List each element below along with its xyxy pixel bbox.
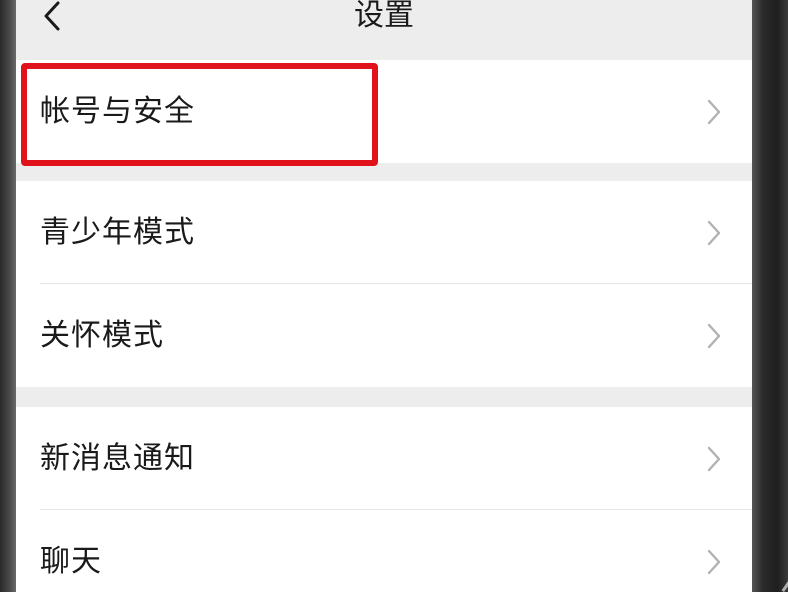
chevron-right-icon [706, 548, 722, 576]
settings-group-modes: 青少年模式 关怀模式 [16, 181, 752, 387]
settings-item-chat[interactable]: 聊天 [16, 510, 752, 592]
settings-item-label: 青少年模式 [40, 215, 195, 250]
chevron-right-icon [706, 445, 722, 473]
settings-item-label: 关怀模式 [40, 318, 164, 353]
settings-item-teen-mode[interactable]: 青少年模式 [16, 181, 752, 284]
settings-item-label: 聊天 [40, 544, 102, 579]
highlight-box [21, 63, 378, 166]
chevron-right-icon [706, 98, 722, 126]
nav-header: 设置 [16, 0, 752, 60]
settings-item-label: 新消息通知 [40, 441, 195, 476]
chevron-right-icon [706, 219, 722, 247]
page-title: 设置 [354, 0, 414, 33]
settings-item-new-message-notification[interactable]: 新消息通知 [16, 407, 752, 510]
settings-screen: 设置 帐号与安全 青少年模式 关怀模式 新消息通知 聊天 [16, 0, 752, 592]
bezel-reflection [781, 557, 788, 592]
chevron-right-icon [706, 322, 722, 350]
settings-group-messages: 新消息通知 聊天 [16, 407, 752, 592]
device-bezel-left [0, 0, 16, 592]
device-bezel-right [752, 0, 788, 592]
settings-item-care-mode[interactable]: 关怀模式 [16, 284, 752, 387]
